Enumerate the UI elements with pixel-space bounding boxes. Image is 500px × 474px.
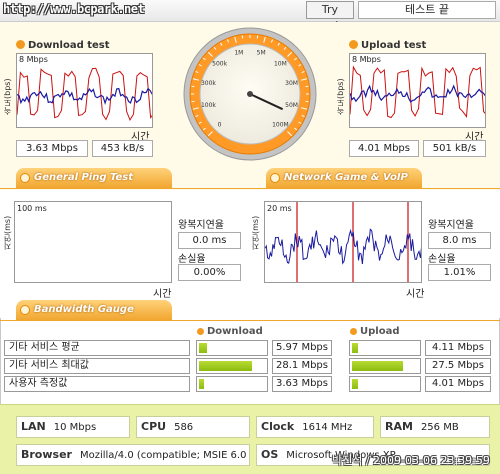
speed-gauge: 0 100k 300k 500k 1M 5M 10M 30M 50M 100M	[183, 27, 317, 161]
bw-row-label: 기타 서비스 최대값	[4, 358, 190, 374]
game-xlabel: 시간	[406, 289, 425, 300]
ping-loss-label: 손실율	[178, 254, 206, 265]
bw-row-label: 사용자 측정값	[4, 376, 190, 392]
try-again-button[interactable]: Try again	[306, 1, 354, 32]
tab-divider	[0, 188, 500, 189]
upload-ylabel: 속도(bps)	[336, 78, 345, 115]
upload-graph: 8 Mbps	[349, 53, 486, 128]
ping-scale: 100 ms	[17, 204, 47, 213]
gauge-label: 10M	[274, 61, 287, 68]
ping-rtt-label: 왕복지연율	[178, 220, 224, 231]
download-graph: 8 Mbps	[16, 53, 153, 128]
bw-upload-bar	[349, 376, 421, 392]
bw-upload-value: 27.5 Mbps	[425, 358, 491, 374]
bw-download-fill	[199, 343, 207, 353]
test-status: 테스트 끝	[358, 1, 496, 19]
ping-loss-value: 0.00%	[178, 264, 241, 281]
upload-peak-line	[350, 65, 485, 119]
bw-download-value: 28.1 Mbps	[272, 358, 332, 374]
gauge-label: 5M	[257, 49, 266, 56]
bw-download-fill	[199, 379, 205, 389]
bw-download-value: 5.97 Mbps	[272, 340, 332, 356]
bw-download-fill	[199, 361, 252, 371]
lan-cell: LAN 10 Mbps	[16, 416, 130, 438]
upload-avg-line	[350, 84, 485, 103]
upload-chart	[350, 65, 485, 119]
gauge-label: 30M	[285, 80, 298, 87]
bw-upload-fill	[352, 343, 358, 353]
gauge-label: 1M	[234, 49, 243, 56]
bw-upload-header: Upload	[350, 326, 399, 337]
bw-upload-fill	[352, 379, 358, 389]
tab-general-ping[interactable]: General Ping Test	[16, 168, 172, 188]
bw-download-bar	[196, 376, 268, 392]
upload-mbps: 4.01 Mbps	[349, 140, 419, 157]
bullet-icon	[16, 40, 25, 49]
arrow-icon	[20, 173, 30, 183]
tab-network-game[interactable]: Network Game & VoIP Test	[266, 168, 422, 203]
tab-divider	[0, 320, 500, 321]
clock-cell: Clock 1614 MHz	[256, 416, 374, 438]
gauge-label: 300k	[201, 80, 216, 87]
ping-graph: 100 ms	[14, 201, 172, 283]
gauge-label: 100k	[201, 102, 216, 109]
tab-bandwidth-gauge[interactable]: Bandwidth Gauge	[16, 300, 172, 320]
arrow-icon	[270, 173, 280, 183]
gauge-label: 0	[218, 121, 222, 128]
bw-download-bar	[196, 358, 268, 374]
download-kbs: 453 kB/s	[92, 140, 153, 157]
bullet-icon	[349, 40, 358, 49]
browser-cell: Browser Mozilla/4.0 (compatible; MSIE 6.0	[16, 444, 250, 466]
bw-upload-value: 4.01 Mbps	[425, 376, 491, 392]
gauge-label: 100M	[272, 121, 289, 128]
bw-download-header: Download	[197, 326, 263, 337]
game-loss-label: 손실율	[428, 254, 456, 265]
bw-upload-bar	[349, 340, 421, 356]
site-url: http://www.bcpark.net	[3, 2, 145, 16]
bw-upload-fill	[352, 361, 404, 371]
bw-upload-value: 4.11 Mbps	[425, 340, 491, 356]
bw-download-bar	[196, 340, 268, 356]
game-ylabel: 지연(ms)	[251, 215, 260, 250]
game-rtt-value: 8.0 ms	[428, 232, 491, 249]
upload-title: Upload test	[349, 40, 426, 51]
download-chart	[17, 67, 152, 122]
ping-xlabel: 시간	[153, 289, 172, 300]
download-ylabel: 속도(bps)	[3, 78, 12, 115]
bw-download-value: 3.63 Mbps	[272, 376, 332, 392]
bullet-icon	[197, 328, 204, 335]
watermark: 박진석 / 2009-03-06 23:39:59	[332, 454, 490, 467]
upload-kbs: 501 kB/s	[423, 140, 486, 157]
game-chart	[265, 202, 421, 282]
download-title: Download test	[16, 40, 110, 51]
arrow-icon	[20, 305, 30, 315]
download-avg-line	[17, 87, 152, 105]
bullet-icon	[350, 328, 357, 335]
gauge-label: 500k	[212, 61, 227, 68]
game-loss-value: 1.01%	[428, 264, 491, 281]
game-graph: 20 ms	[264, 201, 422, 283]
ping-rtt-value: 0.0 ms	[178, 232, 241, 249]
game-latency-line	[265, 228, 421, 265]
ping-ylabel: 지연(ms)	[3, 215, 12, 250]
download-mbps: 3.63 Mbps	[16, 140, 88, 157]
bw-upload-bar	[349, 358, 421, 374]
gauge-label: 50M	[285, 102, 298, 109]
bw-row-label: 기타 서비스 평균	[4, 340, 190, 356]
cpu-cell: CPU 586	[136, 416, 250, 438]
game-rtt-label: 왕복지연율	[428, 220, 474, 231]
ram-cell: RAM 256 MB	[380, 416, 490, 438]
